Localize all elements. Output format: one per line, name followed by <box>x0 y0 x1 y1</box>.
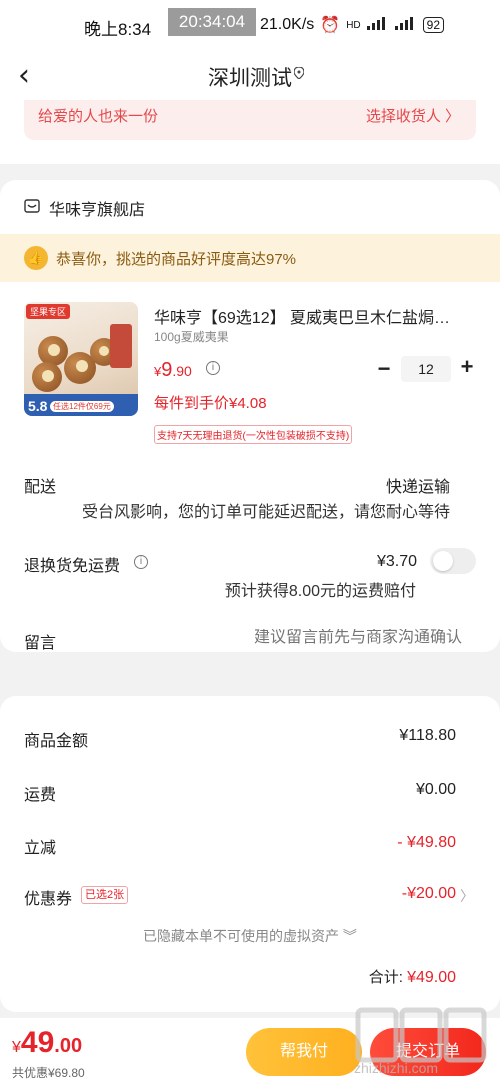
quantity-minus-button[interactable]: − <box>376 356 392 382</box>
goods-amount-value: ¥118.80 <box>399 727 456 744</box>
product-image-tag: 坚果专区 <box>26 304 71 319</box>
product-image-badge: 5.8 任选12件仅69元 <box>24 394 138 416</box>
address-card: 给爱的人也来一份 选择收货人 〉 <box>0 100 500 257</box>
coupon-label[interactable]: 优惠券 <box>24 885 72 909</box>
praise-text: 恭喜你，挑选的商品好评度高达97% <box>56 251 297 268</box>
status-indicators: 21.0K/s ⏰ HD 92 <box>260 15 444 35</box>
location-icon <box>294 67 304 79</box>
quantity-plus-button[interactable]: + <box>458 354 476 380</box>
delivery-note: 受台风影响，您的订单可能延迟配送，请您耐心等待 <box>81 504 450 521</box>
message-input[interactable] <box>202 629 462 647</box>
hd-icon: HD <box>346 19 361 31</box>
thumbs-up-icon: 👍 <box>24 246 48 270</box>
shipping-compensation: 预计获得8.00元的运费赔付 <box>224 583 416 600</box>
shipping-insurance-price: ¥3.70 <box>377 553 418 570</box>
watermark-text: zhizhizhi.com <box>354 1060 439 1076</box>
hidden-assets-toggle[interactable]: 已隐藏本单不可使用的虚拟资产 ︾ <box>0 926 500 946</box>
toggle-knob <box>433 551 453 571</box>
unit-price: 每件到手价¥4.08 <box>154 395 267 412</box>
alarm-icon: ⏰ <box>320 17 341 34</box>
message-label: 留言 <box>24 635 57 652</box>
delivery-method[interactable]: 快递运输 <box>386 473 450 497</box>
shipping-fee-value: ¥0.00 <box>415 781 456 798</box>
store-card: 华味亨旗舰店 👍 恭喜你，挑选的商品好评度高达97% 坚果专区 5.8 任选12… <box>0 180 500 652</box>
product-image-badge-text: 任选12件仅69元 <box>50 401 114 412</box>
clock-overlay: 20:34:04 <box>168 8 256 36</box>
store-name[interactable]: 华味亨旗舰店 <box>49 196 145 220</box>
select-receiver-link[interactable]: 选择收货人 〉 <box>366 105 460 126</box>
discount-value: - ¥49.80 <box>397 834 456 851</box>
shipping-info-icon[interactable]: i <box>134 555 148 569</box>
store-icon <box>24 199 40 213</box>
praise-banner: 👍 恭喜你，挑选的商品好评度高达97% <box>0 234 500 282</box>
battery-icon: 92 <box>422 17 444 33</box>
product-image[interactable]: 坚果专区 5.8 任选12件仅69元 <box>24 302 138 416</box>
product-price: ¥9.90 <box>154 359 192 381</box>
product-spec[interactable]: 100g夏威夷果 <box>154 328 229 345</box>
signal-icon <box>366 16 389 35</box>
product-image-badge-number: 5.8 <box>28 398 48 414</box>
network-speed: 21.0K/s <box>260 16 315 33</box>
gift-link[interactable]: 给爱的人也来一份 <box>38 105 158 126</box>
nav-bar: ‹ 深圳测试 <box>0 50 500 100</box>
coupon-selected-tag: 已选2张 <box>81 886 129 904</box>
help-pay-button[interactable]: 帮我付 <box>246 1028 362 1076</box>
bottom-saving: 共优惠¥69.80 <box>12 1066 85 1080</box>
page-title: 深圳测试 <box>208 67 292 90</box>
price-info-icon[interactable]: i <box>206 361 220 375</box>
total-value: ¥49.00 <box>407 969 456 986</box>
return-policy-tag: 支持7天无理由退货(一次性包装破损不支持) <box>154 425 353 444</box>
discount-label: 立减 <box>24 840 57 857</box>
status-bar: 晚上8:34 20:34:04 21.0K/s ⏰ HD 92 <box>0 0 500 50</box>
coupon-value[interactable]: -¥20.00 <box>402 885 456 903</box>
shipping-fee-label: 运费 <box>24 787 57 804</box>
total-row: 合计: ¥49.00 <box>369 966 456 987</box>
bottom-total-price: ¥49.00 <box>12 1026 83 1059</box>
signal-icon-2 <box>394 16 417 35</box>
quantity-input[interactable]: 12 <box>401 356 451 382</box>
summary-card: 商品金额 ¥118.80 运费 ¥0.00 立减 - ¥49.80 优惠券 已选… <box>0 696 500 1012</box>
address-banner: 给爱的人也来一份 选择收货人 〉 <box>24 100 476 140</box>
delivery-label: 配送 <box>24 479 57 496</box>
shipping-insurance-toggle[interactable] <box>430 548 476 574</box>
goods-amount-label: 商品金额 <box>24 733 89 750</box>
product-title[interactable]: 华味亨【69选12】 夏威夷巴旦木仁盐焗… <box>154 304 470 328</box>
status-time: 晚上8:34 <box>84 20 152 39</box>
shipping-insurance-label: 退换货免运费 <box>24 558 121 575</box>
chevron-right-icon[interactable]: 〉 <box>460 886 474 906</box>
total-label: 合计: <box>368 969 403 986</box>
